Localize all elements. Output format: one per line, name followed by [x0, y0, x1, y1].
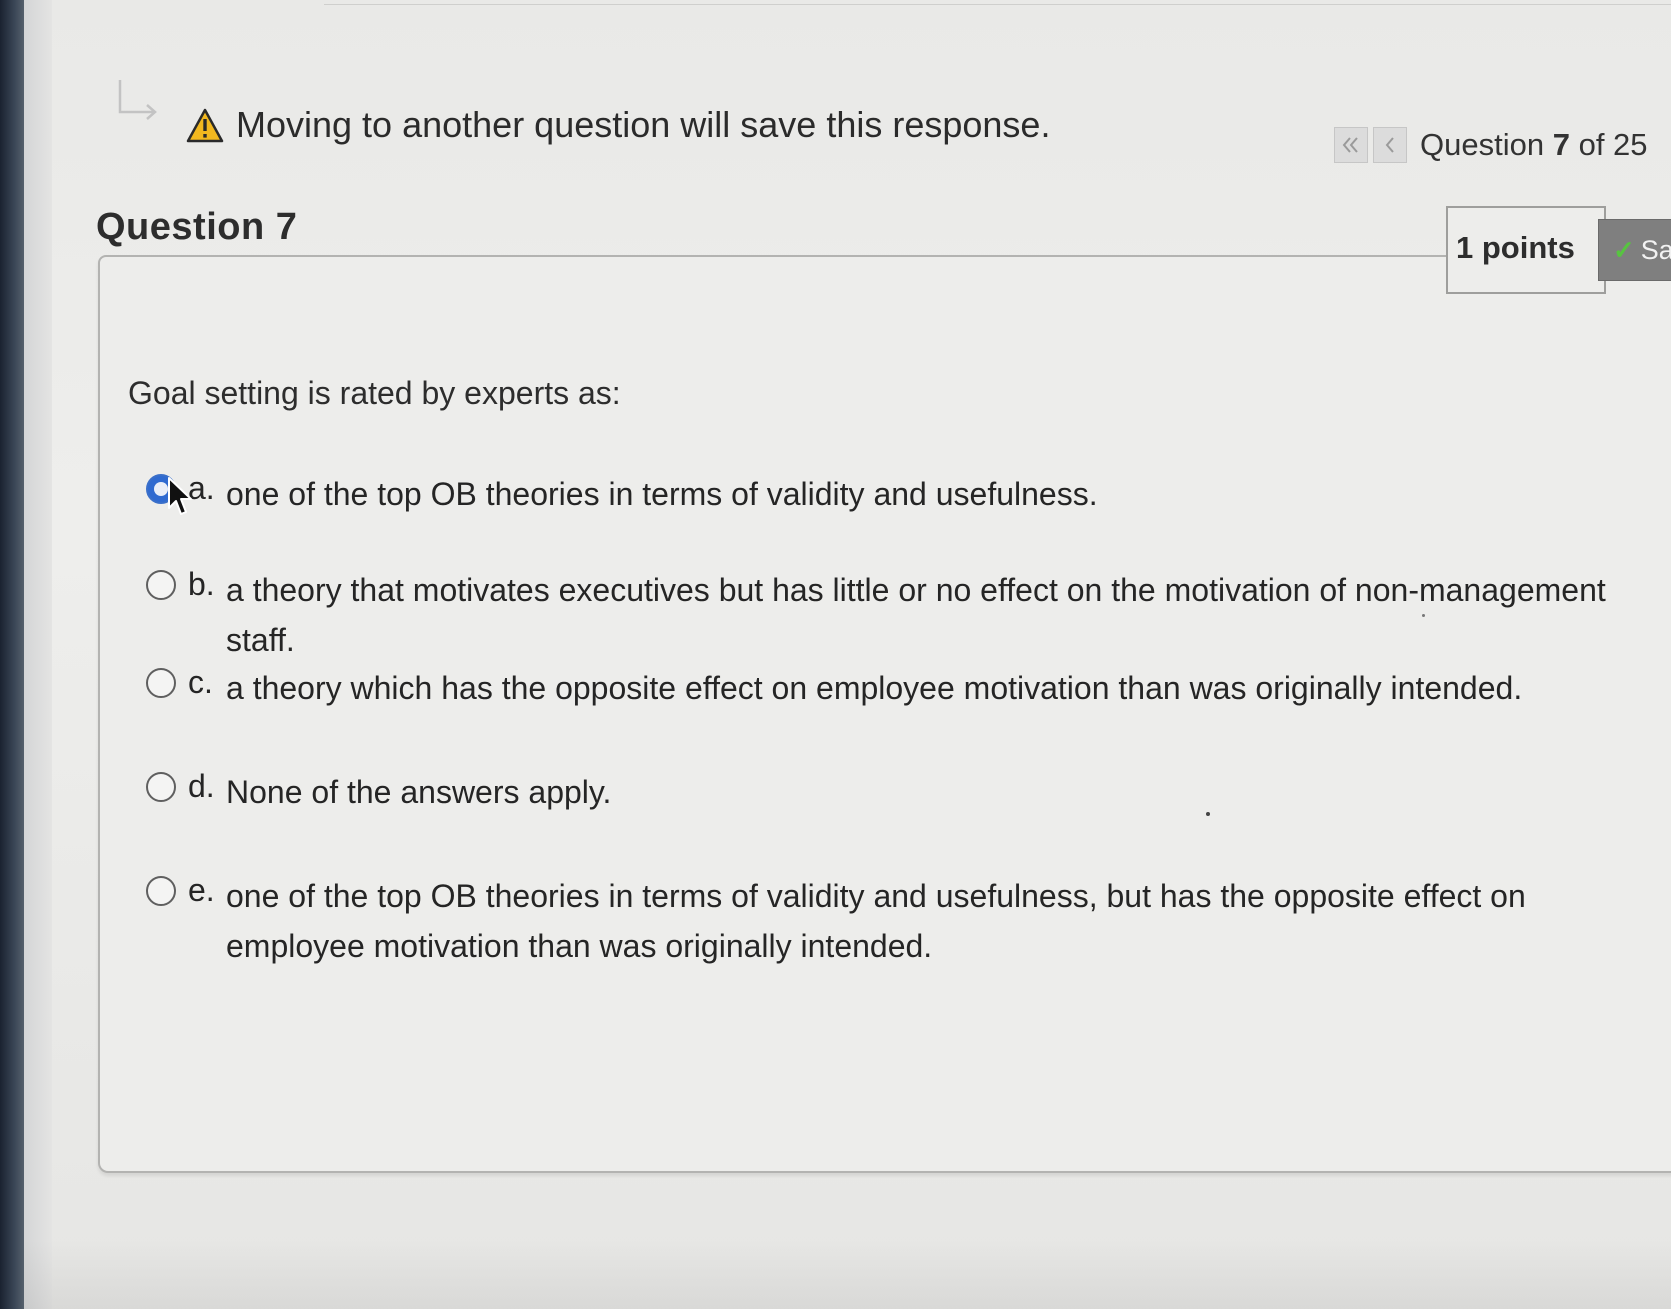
radio-button[interactable]: [146, 772, 176, 802]
screen-bezel: [0, 0, 24, 1309]
radio-button[interactable]: [146, 570, 176, 600]
save-answer-button[interactable]: ✓ Sa: [1598, 219, 1671, 281]
radio-button[interactable]: [146, 668, 176, 698]
answer-option-d[interactable]: d. None of the answers apply.: [146, 768, 1606, 818]
save-warning-text: Moving to another question will save thi…: [236, 104, 1051, 145]
mouse-cursor-icon: [168, 477, 192, 515]
chevron-left-icon: [1385, 137, 1394, 153]
screen-speck: [1422, 614, 1425, 617]
save-button-label: Sa: [1640, 234, 1671, 265]
points-label: 1 points: [1456, 230, 1575, 265]
answer-option-e[interactable]: e. one of the top OB theories in terms o…: [146, 872, 1616, 971]
browser-viewport: Moving to another question will save thi…: [24, 0, 1671, 1309]
question-counter: Question 7 of 25: [1420, 127, 1648, 163]
option-letter: b.: [188, 566, 215, 602]
radio-button[interactable]: [146, 876, 176, 906]
counter-current: 7: [1552, 127, 1570, 162]
counter-prefix: Question: [1420, 127, 1545, 162]
bottom-shading: [24, 1240, 1671, 1309]
warning-icon: [186, 108, 224, 143]
counter-total: of 25: [1578, 127, 1648, 162]
option-letter: d.: [188, 768, 215, 804]
option-text: None of the answers apply.: [226, 774, 612, 810]
option-letter: c.: [188, 664, 213, 700]
screen-speck: [1206, 812, 1210, 816]
option-text: one of the top OB theories in terms of v…: [226, 476, 1098, 512]
top-divider: [324, 4, 1671, 5]
option-text: a theory which has the opposite effect o…: [226, 670, 1523, 706]
question-navigation: Question 7 of 25: [1334, 126, 1648, 164]
checkmark-icon: ✓: [1613, 234, 1635, 265]
answer-option-c[interactable]: c. a theory which has the opposite effec…: [146, 664, 1606, 714]
answer-option-a[interactable]: a. one of the top OB theories in terms o…: [146, 470, 1606, 520]
option-text: one of the top OB theories in terms of v…: [226, 878, 1526, 964]
answer-option-b[interactable]: b. a theory that motivates executives bu…: [146, 566, 1666, 665]
double-chevron-left-icon: [1342, 137, 1358, 153]
question-prompt: Goal setting is rated by experts as:: [128, 375, 621, 411]
first-question-button[interactable]: [1334, 127, 1368, 163]
return-arrow-icon: [118, 80, 157, 120]
option-text: a theory that motivates executives but h…: [226, 572, 1606, 658]
left-frame-strip: [24, 0, 52, 1309]
question-title: Question 7: [96, 206, 298, 248]
option-letter: e.: [188, 872, 215, 908]
previous-question-button[interactable]: [1373, 127, 1407, 163]
